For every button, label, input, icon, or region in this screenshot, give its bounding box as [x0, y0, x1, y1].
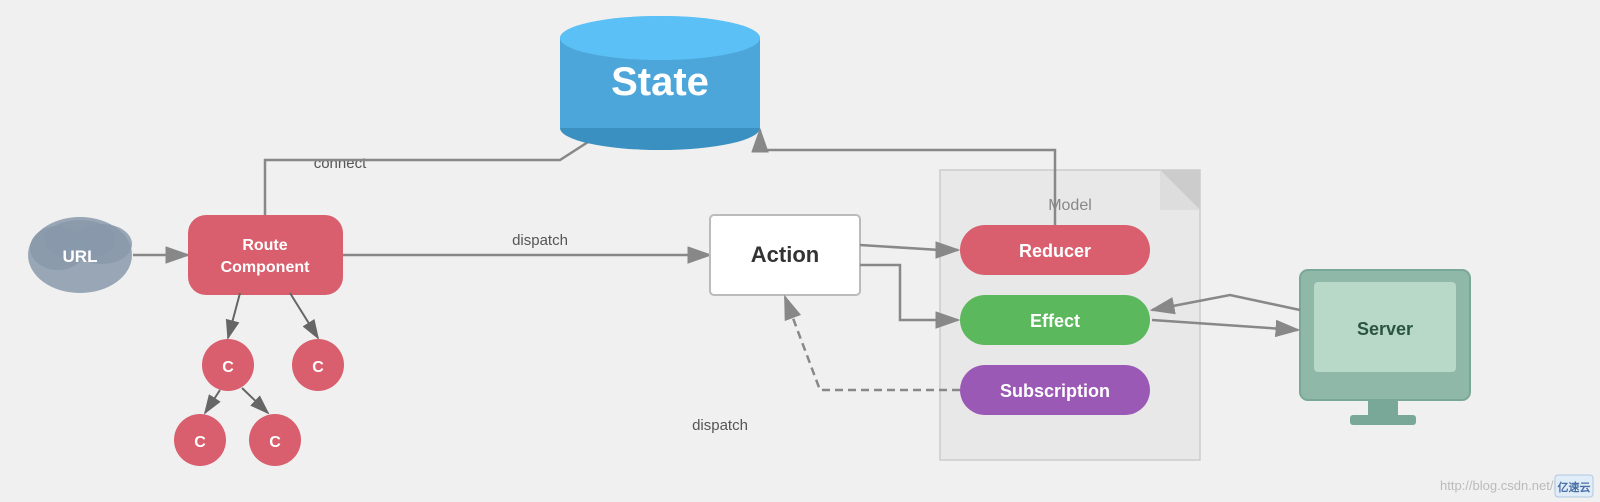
url-node: URL: [28, 217, 132, 293]
svg-text:C: C: [269, 434, 281, 451]
url-label: URL: [63, 247, 98, 266]
child-component-1: C: [202, 339, 254, 391]
action-node: Action: [710, 215, 860, 295]
svg-text:C: C: [222, 359, 234, 376]
logo-text: 亿速云: [1558, 480, 1591, 494]
state-node: State: [560, 16, 760, 150]
svg-text:Subscription: Subscription: [1000, 381, 1110, 401]
svg-text:Action: Action: [751, 242, 819, 267]
reducer-node: Reducer: [960, 225, 1150, 275]
svg-text:Reducer: Reducer: [1019, 241, 1091, 261]
diagram: URL Route Component connect State dispat…: [0, 0, 1600, 502]
watermark-text: http://blog.csdn.net/b: [1440, 478, 1561, 493]
svg-text:C: C: [194, 434, 206, 451]
svg-text:Effect: Effect: [1030, 311, 1080, 331]
route-component-node: Route Component: [188, 215, 343, 295]
svg-text:Server: Server: [1357, 319, 1413, 339]
child-component-3: C: [174, 414, 226, 466]
dispatch-label-1: dispatch: [512, 232, 568, 249]
svg-text:State: State: [611, 60, 709, 104]
svg-text:Route: Route: [242, 237, 287, 254]
dispatch-label-2: dispatch: [692, 417, 748, 434]
child-component-4: C: [249, 414, 301, 466]
effect-node: Effect: [960, 295, 1150, 345]
connect-label: connect: [314, 155, 367, 172]
svg-text:C: C: [312, 359, 324, 376]
subscription-node: Subscription: [960, 365, 1150, 415]
child-component-2: C: [292, 339, 344, 391]
svg-text:Component: Component: [221, 259, 311, 276]
